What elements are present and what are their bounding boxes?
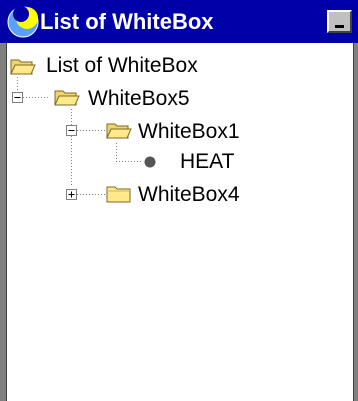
folder-open-icon — [106, 123, 132, 139]
tree-view[interactable]: List of WhiteBox WhiteBox5 WhiteBox1 HEA… — [8, 43, 352, 401]
tree-item-label: WhiteBox1 — [138, 120, 240, 143]
tree-window: List of WhiteBox List of WhiteBox WhiteB… — [0, 0, 358, 401]
window-frame-left — [0, 43, 7, 401]
tree-item-label: List of WhiteBox — [46, 54, 198, 77]
folder-closed-icon — [106, 186, 131, 203]
leaf-dot-icon — [144, 156, 156, 168]
window-title: List of WhiteBox — [40, 9, 214, 34]
minimize-button[interactable] — [327, 10, 352, 33]
collapse-icon[interactable] — [12, 92, 23, 103]
moon-icon — [7, 6, 39, 38]
title-bar[interactable]: List of WhiteBox — [0, 0, 358, 43]
tree-item-label: WhiteBox4 — [138, 183, 240, 206]
minimize-icon — [335, 25, 344, 28]
expand-icon[interactable] — [66, 189, 77, 200]
tree-item-label: HEAT — [180, 150, 235, 173]
folder-open-icon — [54, 90, 80, 106]
tree-item-label: WhiteBox5 — [88, 87, 190, 110]
window-frame-right — [353, 43, 358, 401]
folder-open-icon — [10, 59, 36, 75]
collapse-icon[interactable] — [66, 125, 77, 136]
